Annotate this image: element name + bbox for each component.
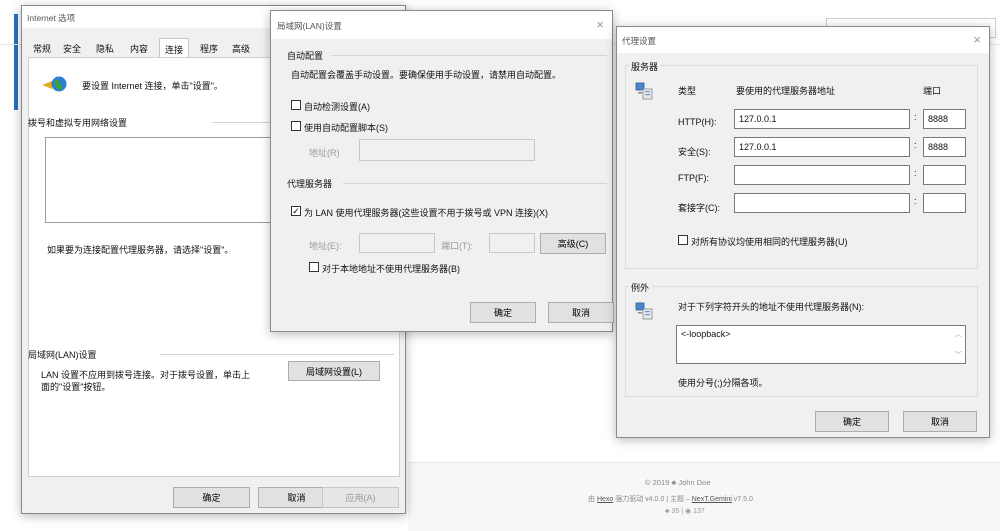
- secure-address-input[interactable]: 127.0.0.1: [734, 137, 910, 157]
- socks-address-input[interactable]: [734, 193, 910, 213]
- lan-settings-button[interactable]: 局域网设置(L): [288, 361, 380, 381]
- auto-script-label[interactable]: 使用自动配置脚本(S): [304, 121, 388, 134]
- internet-options-title: Internet 选项: [27, 13, 76, 23]
- footer-suffix: v7.5.0: [731, 496, 753, 503]
- socks-port-input[interactable]: [923, 193, 966, 213]
- lan-settings-window: 局域网(LAN)设置 × 自动配置 自动配置会覆盖手动设置。要确保使用手动设置，…: [270, 10, 614, 332]
- secure-colon: :: [914, 140, 917, 150]
- tab-privacy[interactable]: 隐私: [94, 38, 116, 55]
- dialup-connections-list[interactable]: [45, 137, 282, 223]
- ftp-label: FTP(F):: [678, 173, 709, 183]
- use-proxy-label[interactable]: 为 LAN 使用代理服务器(这些设置不用于拨号或 VPN 连接)(X): [304, 206, 548, 219]
- lan-settings-titlebar: 局域网(LAN)设置 ×: [271, 11, 612, 39]
- lan-ok-button[interactable]: 确定: [470, 302, 536, 323]
- footer-mid: 强力驱动 v4.0.0 | 主题 –: [613, 496, 692, 503]
- network-computer-icon: [635, 81, 653, 100]
- bypass-local-checkbox[interactable]: [309, 262, 319, 272]
- script-address-input: [359, 139, 535, 161]
- tab-advanced[interactable]: 高级: [230, 38, 252, 55]
- footer-theme-link[interactable]: NexT.Gemini: [692, 496, 732, 503]
- socks-label: 套接字(C):: [678, 203, 720, 213]
- column-type: 类型: [678, 86, 697, 96]
- auto-config-separator: [331, 55, 607, 56]
- proxy-ok-button[interactable]: 确定: [815, 411, 889, 432]
- ftp-address-input[interactable]: [734, 165, 910, 185]
- auto-config-description: 自动配置会覆盖手动设置。要确保使用手动设置，请禁用自动配置。: [291, 70, 562, 80]
- exceptions-textarea[interactable]: <-loopback> ︿ ﹀: [676, 325, 966, 364]
- proxy-address-label: 地址(E):: [309, 241, 342, 251]
- proxy-config-hint: 如果要为连接配置代理服务器，请选择"设置"。: [47, 245, 234, 255]
- auto-config-heading: 自动配置: [287, 51, 324, 61]
- auto-script-checkbox[interactable]: [291, 121, 301, 131]
- lan-settings-title: 局域网(LAN)设置: [277, 21, 342, 31]
- tab-general[interactable]: 常规: [31, 38, 53, 55]
- footer-prefix: 由: [588, 496, 597, 503]
- servers-heading: 服务器: [629, 60, 661, 73]
- footer-powered-by: 由 Hexo 强力驱动 v4.0.0 | 主题 – NexT.Gemini v7…: [588, 494, 753, 504]
- ftp-port-input[interactable]: [923, 165, 966, 185]
- advanced-button[interactable]: 高级(C): [540, 233, 606, 254]
- auto-detect-label[interactable]: 自动检测设置(A): [304, 100, 370, 113]
- column-port: 端口: [923, 86, 942, 96]
- socks-colon: :: [914, 196, 917, 206]
- lan-cancel-button[interactable]: 取消: [548, 302, 614, 323]
- http-colon: :: [914, 112, 917, 122]
- auto-detect-checkbox[interactable]: [291, 100, 301, 110]
- footer-hexo-link[interactable]: Hexo: [597, 496, 613, 503]
- lan-close-icon[interactable]: ×: [596, 18, 604, 31]
- secure-port-input[interactable]: 8888: [923, 137, 966, 157]
- ftp-colon: :: [914, 168, 917, 178]
- scroll-up-icon[interactable]: ︿: [955, 329, 962, 339]
- footer-counters: ♣ 35 | ◉ 137: [665, 508, 705, 515]
- exceptions-heading: 例外: [629, 281, 652, 294]
- same-proxy-checkbox[interactable]: [678, 235, 688, 245]
- separator-hint: 使用分号(;)分隔各项。: [678, 378, 768, 388]
- proxy-server-separator: [343, 183, 607, 184]
- proxy-settings-title: 代理设置: [622, 36, 657, 46]
- tab-security[interactable]: 安全: [61, 38, 83, 55]
- footer-copyright: © 2019 ♣ John Doe: [645, 478, 711, 487]
- tab-content[interactable]: 内容: [128, 38, 150, 55]
- proxy-settings-titlebar: 代理设置 ×: [617, 27, 989, 53]
- proxy-settings-window: 代理设置 × 服务器 类型 要使用的代理服务器地址 端口 HTTP(H): 12…: [616, 26, 990, 438]
- globe-setup-icon: [41, 73, 67, 95]
- browser-left-edge-strip: [14, 14, 18, 110]
- lan-separator: [160, 354, 394, 355]
- http-label: HTTP(H):: [678, 117, 717, 127]
- http-address-input[interactable]: 127.0.0.1: [734, 109, 910, 129]
- http-port-input[interactable]: 8888: [923, 109, 966, 129]
- secure-label: 安全(S):: [678, 147, 711, 157]
- exceptions-computer-icon: [635, 301, 653, 320]
- proxy-port-label: 端口(T):: [441, 241, 473, 251]
- bypass-local-label[interactable]: 对于本地地址不使用代理服务器(B): [322, 262, 460, 275]
- ok-button[interactable]: 确定: [173, 487, 250, 508]
- same-proxy-label[interactable]: 对所有协议均使用相同的代理服务器(U): [691, 235, 848, 248]
- column-address: 要使用的代理服务器地址: [736, 86, 836, 96]
- proxy-address-input: [359, 233, 435, 253]
- proxy-server-heading: 代理服务器: [287, 179, 333, 189]
- setup-instruction: 要设置 Internet 连接，单击"设置"。: [82, 81, 223, 91]
- script-address-label: 地址(R): [309, 148, 340, 158]
- lan-description-line2: 面的"设置"按钮。: [41, 382, 111, 392]
- dialup-vpn-heading: 拨号和虚拟专用网络设置: [28, 118, 128, 128]
- scroll-down-icon[interactable]: ﹀: [955, 350, 962, 360]
- proxy-cancel-button[interactable]: 取消: [903, 411, 977, 432]
- proxy-close-icon[interactable]: ×: [973, 33, 981, 46]
- tab-programs[interactable]: 程序: [198, 38, 220, 55]
- use-proxy-checkbox[interactable]: ✓: [291, 206, 301, 216]
- apply-button: 应用(A): [322, 487, 399, 508]
- exceptions-text: <-loopback>: [681, 329, 731, 339]
- lan-settings-heading: 局域网(LAN)设置: [28, 350, 97, 360]
- exceptions-description: 对于下列字符开头的地址不使用代理服务器(N):: [678, 302, 864, 312]
- tab-connections[interactable]: 连接: [159, 38, 189, 58]
- proxy-port-input: [489, 233, 535, 253]
